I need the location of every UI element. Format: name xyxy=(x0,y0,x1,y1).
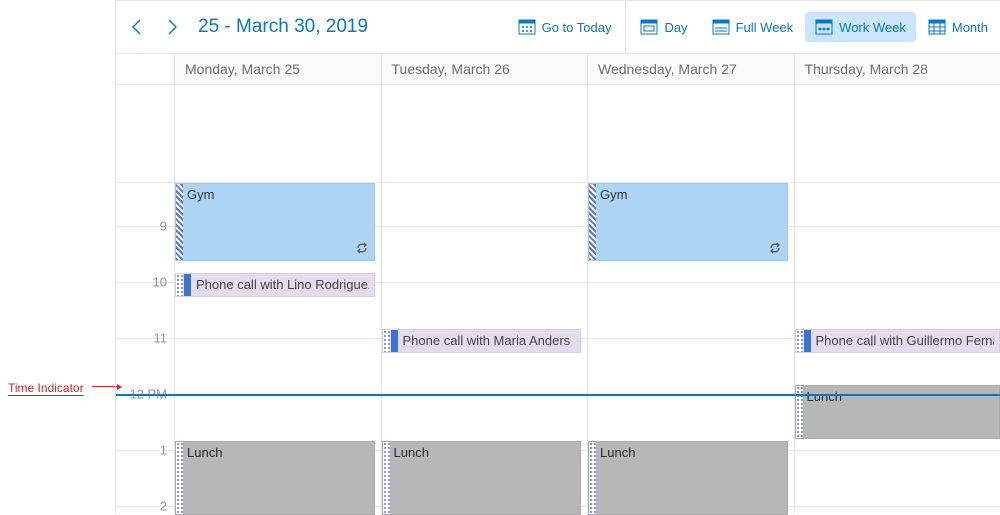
current-time-indicator xyxy=(116,394,1000,396)
event-gym-wed[interactable]: Gym xyxy=(588,183,788,261)
time-grid: 9 10 11 12 PM 1 2 Gym Phone call with Li… xyxy=(116,183,1000,514)
event-title: Phone call with Guillermo Fernandez xyxy=(816,333,995,348)
date-range-label[interactable]: 25 - March 30, 2019 xyxy=(198,16,368,38)
day-col-tue[interactable]: Phone call with Maria Anders Lunch xyxy=(381,183,588,514)
day-col-wed[interactable]: Gym Lunch xyxy=(587,183,794,514)
time-label-2: 2 xyxy=(160,499,167,514)
event-title: Gym xyxy=(600,187,782,202)
annotation-label: Time Indicator xyxy=(8,381,84,395)
time-label-1: 1 xyxy=(160,443,167,458)
day-header-tue[interactable]: Tuesday, March 26 xyxy=(381,54,588,84)
calendar: 25 - March 30, 2019 Go to Today Day F xyxy=(115,0,1000,514)
time-label-10: 10 xyxy=(153,275,167,290)
event-title: Lunch xyxy=(600,445,782,460)
day-header-row: Monday, March 25 Tuesday, March 26 Wedne… xyxy=(116,54,1000,85)
today-icon xyxy=(518,19,535,35)
event-call-lino[interactable]: Phone call with Lino Rodriguez xyxy=(175,273,375,297)
event-title: Lunch xyxy=(807,389,995,404)
status-strip-free xyxy=(176,274,183,296)
time-label-11: 11 xyxy=(154,331,168,346)
allday-cell-tue[interactable] xyxy=(381,85,588,182)
time-label-9: 9 xyxy=(160,219,167,234)
day-view-icon xyxy=(640,19,657,35)
day-header-thu[interactable]: Thursday, March 28 xyxy=(794,54,1000,84)
recurrence-icon xyxy=(768,241,782,255)
month-view-icon xyxy=(928,19,945,35)
prev-arrow[interactable] xyxy=(128,17,148,37)
event-title: Phone call with Lino Rodriguez xyxy=(196,277,369,292)
next-arrow[interactable] xyxy=(162,17,182,37)
view-day-button[interactable]: Day xyxy=(628,1,699,53)
day-col-thu[interactable]: Phone call with Guillermo Fernandez Lunc… xyxy=(794,183,1000,514)
call-color-bar xyxy=(184,274,191,296)
view-work-week-label: Work Week xyxy=(839,20,906,35)
day-col-mon[interactable]: Gym Phone call with Lino Rodriguez Lunch xyxy=(174,183,381,514)
event-title: Lunch xyxy=(394,445,576,460)
view-work-week-button[interactable]: Work Week xyxy=(805,12,916,42)
event-lunch-mon[interactable]: Lunch xyxy=(175,441,375,515)
status-strip-free xyxy=(176,442,183,514)
call-color-bar xyxy=(391,330,398,352)
time-gutter: 9 10 11 12 PM 1 2 xyxy=(116,183,174,514)
calendar-toolbar: 25 - March 30, 2019 Go to Today Day F xyxy=(116,1,1000,54)
status-strip-free xyxy=(796,330,803,352)
view-month-label: Month xyxy=(952,20,988,35)
day-header-wed[interactable]: Wednesday, March 27 xyxy=(587,54,794,84)
allday-cell-wed[interactable] xyxy=(587,85,794,182)
event-lunch-tue[interactable]: Lunch xyxy=(382,441,582,515)
status-strip-free xyxy=(383,442,390,514)
view-day-label: Day xyxy=(664,20,687,35)
event-title: Phone call with Maria Anders xyxy=(403,333,576,348)
work-week-icon xyxy=(815,19,832,35)
status-strip-free xyxy=(383,330,390,352)
allday-cell-mon[interactable] xyxy=(174,85,381,182)
go-to-today-label: Go to Today xyxy=(542,20,612,35)
view-full-week-label: Full Week xyxy=(736,20,794,35)
recurrence-icon xyxy=(355,241,369,255)
all-day-row xyxy=(116,85,1000,183)
allday-cell-thu[interactable] xyxy=(794,85,1000,182)
full-week-icon xyxy=(712,19,729,35)
event-call-guillermo[interactable]: Phone call with Guillermo Fernandez xyxy=(795,329,1000,353)
call-color-bar xyxy=(804,330,811,352)
toolbar-divider xyxy=(625,1,626,53)
status-strip-free xyxy=(589,442,596,514)
view-full-week-button[interactable]: Full Week xyxy=(700,1,806,53)
event-gym-mon[interactable]: Gym xyxy=(175,183,375,261)
event-call-maria[interactable]: Phone call with Maria Anders xyxy=(382,329,582,353)
view-month-button[interactable]: Month xyxy=(916,1,1000,53)
event-title: Gym xyxy=(187,187,369,202)
event-title: Lunch xyxy=(187,445,369,460)
event-lunch-wed[interactable]: Lunch xyxy=(588,441,788,515)
day-header-mon[interactable]: Monday, March 25 xyxy=(174,54,381,84)
status-strip-tentative xyxy=(589,184,596,260)
status-strip-tentative xyxy=(176,184,183,260)
go-to-today-button[interactable]: Go to Today xyxy=(506,1,624,53)
toolbar-right-group: Go to Today Day Full Week Work Week xyxy=(506,1,1000,53)
